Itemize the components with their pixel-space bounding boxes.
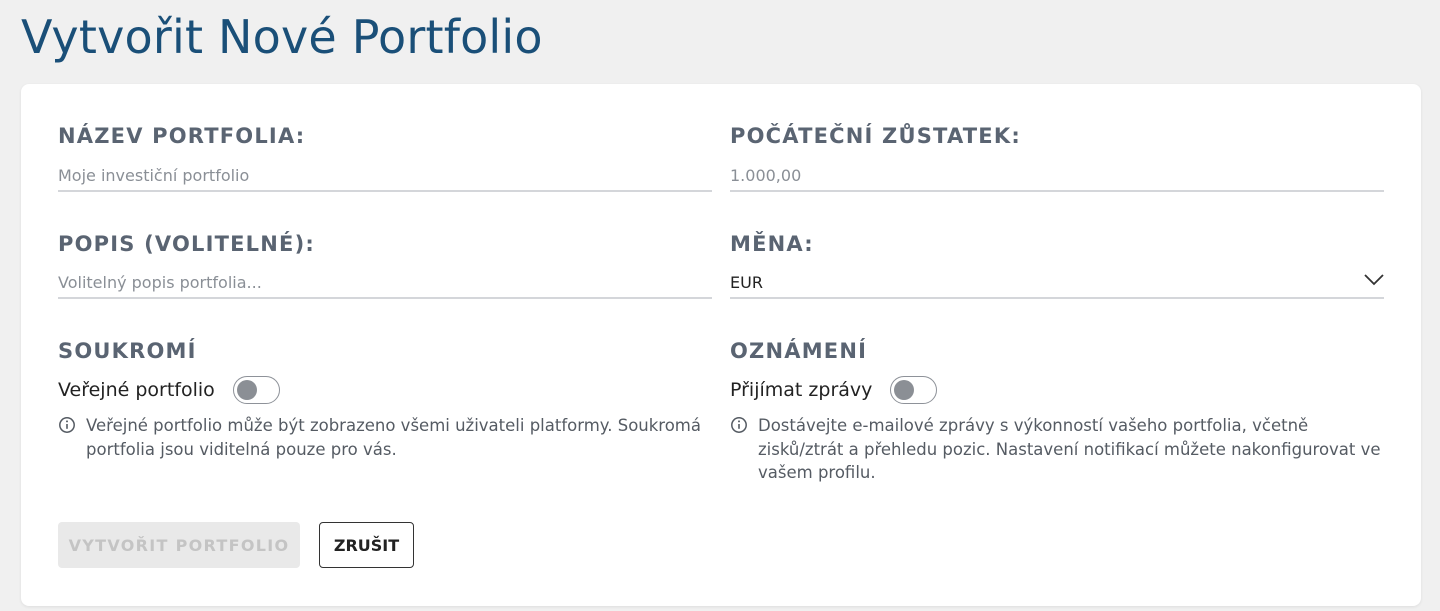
- page-title: Vytvořit Nové Portfolio: [21, 10, 543, 64]
- receive-reports-toggle[interactable]: [890, 376, 938, 404]
- receive-reports-label: Přijímat zprávy: [730, 379, 873, 401]
- initial-balance-input[interactable]: [730, 160, 1384, 190]
- portfolio-name-label: NÁZEV PORTFOLIA:: [58, 124, 306, 148]
- privacy-toggle-row: Veřejné portfolio: [58, 376, 280, 404]
- portfolio-name-input[interactable]: [58, 160, 712, 190]
- toggle-knob: [236, 380, 257, 400]
- description-label: POPIS (VOLITELNÉ):: [58, 232, 315, 256]
- notifications-heading: OZNÁMENÍ: [730, 339, 868, 363]
- info-icon: [731, 417, 747, 433]
- notifications-hint: Dostávejte e-mailové zprávy s výkonností…: [730, 414, 1388, 485]
- description-field: [58, 267, 712, 299]
- currency-selected-value: EUR: [730, 273, 763, 292]
- info-icon: [59, 417, 75, 433]
- currency-select[interactable]: EUR: [730, 267, 1384, 299]
- portfolio-name-field: [58, 160, 712, 192]
- cancel-button[interactable]: ZRUŠIT: [319, 522, 414, 568]
- notifications-hint-text: Dostávejte e-mailové zprávy s výkonností…: [758, 416, 1381, 482]
- privacy-hint-text: Veřejné portfolio může být zobrazeno vše…: [86, 416, 701, 459]
- toggle-knob: [894, 380, 915, 400]
- description-input[interactable]: [58, 267, 712, 297]
- currency-label: MĚNA:: [730, 232, 814, 256]
- privacy-heading: SOUKROMÍ: [58, 339, 197, 363]
- initial-balance-label: POČÁTEČNÍ ZŮSTATEK:: [730, 124, 1021, 148]
- privacy-hint: Veřejné portfolio může být zobrazeno vše…: [58, 414, 716, 461]
- create-portfolio-button[interactable]: VYTVOŘIT PORTFOLIO: [58, 522, 300, 568]
- notifications-toggle-row: Přijímat zprávy: [730, 376, 938, 404]
- create-portfolio-form: NÁZEV PORTFOLIA: POPIS (VOLITELNÉ): SOUK…: [21, 84, 1421, 606]
- chevron-down-icon[interactable]: [1364, 271, 1384, 287]
- public-portfolio-label: Veřejné portfolio: [58, 379, 215, 401]
- initial-balance-field: [730, 160, 1384, 192]
- public-portfolio-toggle[interactable]: [232, 376, 280, 404]
